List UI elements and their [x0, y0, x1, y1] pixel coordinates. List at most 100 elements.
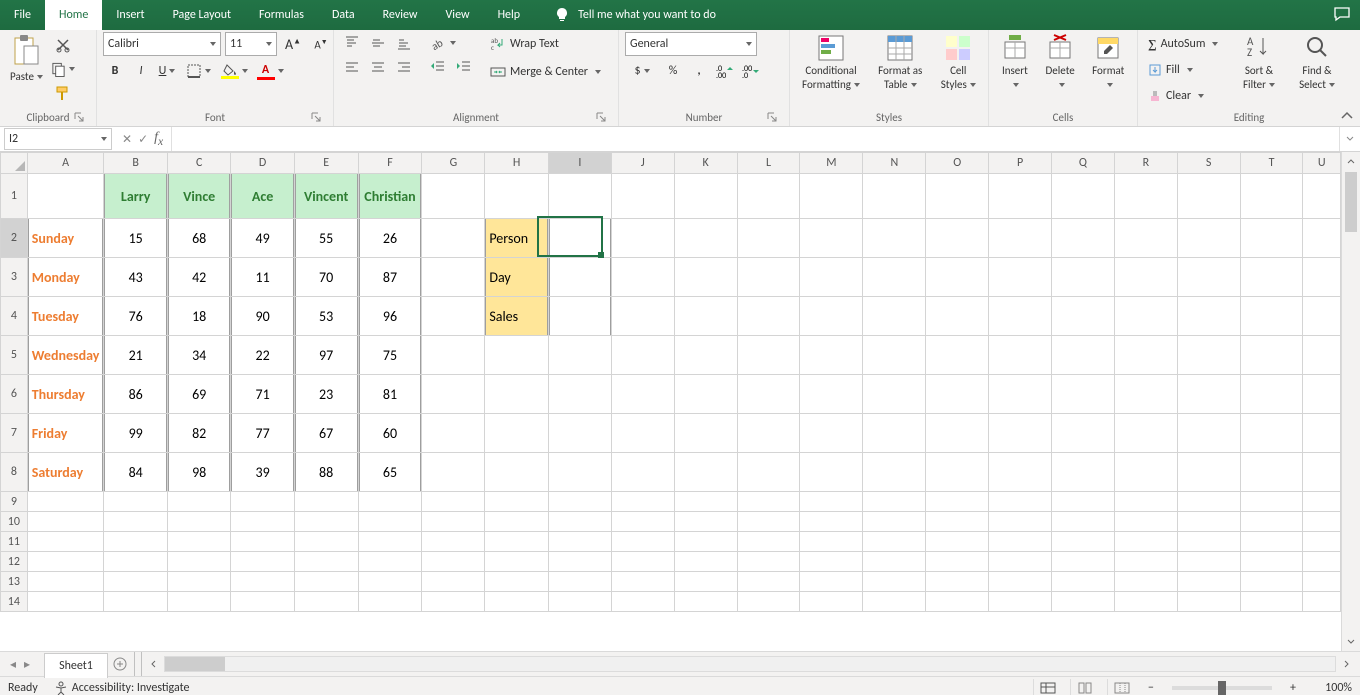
cell-O5[interactable]: [926, 336, 989, 375]
cell-H13[interactable]: [485, 572, 549, 592]
comma-format-button[interactable]: ,: [687, 60, 711, 82]
sheet-nav-first[interactable]: ◂: [6, 657, 20, 672]
cell-H10[interactable]: [485, 512, 549, 532]
percent-format-button[interactable]: %: [661, 60, 685, 82]
cell-P6[interactable]: [989, 375, 1052, 414]
cell-I13[interactable]: [549, 572, 612, 592]
col-header-U[interactable]: U: [1303, 153, 1341, 174]
cell-G5[interactable]: [422, 336, 485, 375]
cell-M9[interactable]: [800, 492, 863, 512]
cell-K14[interactable]: [674, 592, 737, 612]
cell-D12[interactable]: [231, 552, 294, 572]
cell-T10[interactable]: [1240, 512, 1303, 532]
cell-R7[interactable]: [1114, 414, 1177, 453]
cell-C12[interactable]: [167, 552, 231, 572]
cell-B5[interactable]: 21: [104, 336, 167, 375]
paste-button[interactable]: Paste: [6, 32, 47, 86]
cell-M1[interactable]: [800, 174, 863, 219]
cell-M8[interactable]: [800, 453, 863, 492]
align-top-button[interactable]: [340, 32, 364, 54]
cell-R12[interactable]: [1114, 552, 1177, 572]
cell-I6[interactable]: [549, 375, 612, 414]
cell-E14[interactable]: [294, 592, 358, 612]
cell-U14[interactable]: [1303, 592, 1341, 612]
sheet-tab-sheet1[interactable]: Sheet1: [44, 653, 108, 678]
decrease-indent-button[interactable]: [426, 56, 450, 78]
cell-G1[interactable]: [422, 174, 485, 219]
cell-E10[interactable]: [294, 512, 358, 532]
col-header-O[interactable]: O: [926, 153, 989, 174]
cell-B8[interactable]: 84: [104, 453, 167, 492]
cell-S13[interactable]: [1177, 572, 1240, 592]
cell-K4[interactable]: [674, 297, 737, 336]
cell-Q1[interactable]: [1052, 174, 1115, 219]
tab-view[interactable]: View: [432, 0, 484, 30]
cell-N4[interactable]: [863, 297, 926, 336]
cell-O2[interactable]: [926, 219, 989, 258]
cell-B12[interactable]: [104, 552, 167, 572]
cell-C4[interactable]: 18: [167, 297, 231, 336]
cell-J9[interactable]: [611, 492, 674, 512]
cell-C10[interactable]: [167, 512, 231, 532]
cell-P10[interactable]: [989, 512, 1052, 532]
col-header-S[interactable]: S: [1177, 153, 1240, 174]
decrease-font-button[interactable]: A▼: [309, 33, 333, 55]
scroll-down-button[interactable]: [1342, 633, 1360, 651]
font-name-select[interactable]: Calibri: [103, 32, 221, 56]
cell-R8[interactable]: [1114, 453, 1177, 492]
cell-P7[interactable]: [989, 414, 1052, 453]
merge-center-button[interactable]: Merge & Center: [486, 60, 605, 84]
cell-R10[interactable]: [1114, 512, 1177, 532]
cell-R14[interactable]: [1114, 592, 1177, 612]
cell-I2[interactable]: [549, 219, 612, 258]
cell-G2[interactable]: [422, 219, 485, 258]
cell-P1[interactable]: [989, 174, 1052, 219]
zoom-out-button[interactable]: −: [1144, 681, 1158, 695]
cell-S14[interactable]: [1177, 592, 1240, 612]
format-cells-button[interactable]: Format: [1086, 32, 1131, 94]
cell-H6[interactable]: [485, 375, 549, 414]
increase-indent-button[interactable]: [452, 56, 476, 78]
hscroll-right[interactable]: [1338, 655, 1356, 673]
cell-P12[interactable]: [989, 552, 1052, 572]
format-painter-button[interactable]: [51, 82, 75, 104]
cell-P14[interactable]: [989, 592, 1052, 612]
cell-D4[interactable]: 90: [231, 297, 294, 336]
increase-decimal-button[interactable]: .0.00: [713, 60, 737, 82]
cell-P2[interactable]: [989, 219, 1052, 258]
cell-F6[interactable]: 81: [358, 375, 422, 414]
col-header-T[interactable]: T: [1240, 153, 1303, 174]
sort-filter-button[interactable]: AZ Sort & Filter: [1232, 32, 1286, 94]
number-launcher[interactable]: [765, 110, 779, 124]
cell-G8[interactable]: [422, 453, 485, 492]
cell-G6[interactable]: [422, 375, 485, 414]
row-header-13[interactable]: 13: [1, 572, 28, 592]
cell-S4[interactable]: [1177, 297, 1240, 336]
cell-C11[interactable]: [167, 532, 231, 552]
cell-P11[interactable]: [989, 532, 1052, 552]
cell-D13[interactable]: [231, 572, 294, 592]
cell-D6[interactable]: 71: [231, 375, 294, 414]
collapse-ribbon-button[interactable]: [1340, 110, 1354, 122]
row-header-1[interactable]: 1: [1, 174, 28, 219]
cell-U8[interactable]: [1303, 453, 1341, 492]
cell-H8[interactable]: [485, 453, 549, 492]
zoom-in-button[interactable]: +: [1286, 681, 1300, 695]
row-header-12[interactable]: 12: [1, 552, 28, 572]
cell-U7[interactable]: [1303, 414, 1341, 453]
cell-P5[interactable]: [989, 336, 1052, 375]
col-header-C[interactable]: C: [167, 153, 231, 174]
cell-I12[interactable]: [549, 552, 612, 572]
cell-Q10[interactable]: [1052, 512, 1115, 532]
cell-Q9[interactable]: [1052, 492, 1115, 512]
cell-K8[interactable]: [674, 453, 737, 492]
col-header-P[interactable]: P: [989, 153, 1052, 174]
cell-U3[interactable]: [1303, 258, 1341, 297]
cell-L13[interactable]: [737, 572, 800, 592]
cell-J10[interactable]: [611, 512, 674, 532]
cell-M4[interactable]: [800, 297, 863, 336]
row-header-2[interactable]: 2: [1, 219, 28, 258]
clear-button[interactable]: Clear: [1144, 84, 1228, 108]
cell-T12[interactable]: [1240, 552, 1303, 572]
row-header-10[interactable]: 10: [1, 512, 28, 532]
